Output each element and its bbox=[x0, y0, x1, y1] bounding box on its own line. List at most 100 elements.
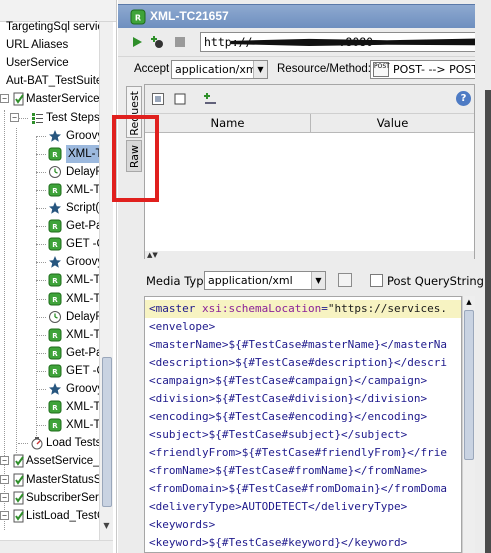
project-navigator: TargetingSql servic URL Aliases UserServic… bbox=[0, 0, 117, 553]
tree-item-label: URL Aliases bbox=[6, 39, 69, 51]
svg-text:R: R bbox=[52, 350, 58, 358]
collapse-toggle-icon[interactable]: − bbox=[0, 475, 9, 484]
rest-request-icon: R bbox=[48, 400, 62, 414]
tree-item-label: DelayF bbox=[66, 311, 103, 323]
request-properties-bar: Accept application/xml ▼ Resource/Method… bbox=[118, 56, 491, 82]
svg-text:R: R bbox=[52, 187, 58, 195]
clear-params-icon[interactable] bbox=[173, 92, 187, 106]
test-suite-icon bbox=[12, 454, 26, 468]
test-suite-icon bbox=[12, 491, 26, 505]
svg-text:R: R bbox=[52, 332, 58, 340]
xml-line: <keywords> bbox=[149, 518, 216, 531]
navigator-horizontal-scrollbar[interactable] bbox=[0, 540, 113, 553]
tree-item-label: Groovy bbox=[66, 256, 104, 268]
editor-scroll-thumb[interactable] bbox=[464, 310, 474, 460]
chevron-down-icon[interactable]: ▼ bbox=[253, 61, 267, 78]
rest-request-icon: R bbox=[48, 364, 62, 378]
window-title: XML-TC21657 bbox=[150, 9, 229, 23]
scroll-down-arrow-icon[interactable]: ▼ bbox=[100, 520, 113, 532]
params-toolbar: ? bbox=[145, 85, 474, 114]
collapse-toggle-icon[interactable]: − bbox=[0, 511, 9, 520]
rest-request-icon: R bbox=[48, 219, 62, 233]
rest-request-icon: R bbox=[130, 9, 146, 28]
svg-text:R: R bbox=[52, 223, 58, 231]
svg-text:R: R bbox=[52, 277, 58, 285]
xml-line: <division>${#TestCase#division}</divisio… bbox=[149, 392, 428, 405]
groovy-script-icon bbox=[48, 382, 62, 396]
collapse-toggle-icon[interactable]: − bbox=[0, 94, 9, 103]
xml-line: <friendlyFrom>${#TestCase#friendlyFrom}<… bbox=[149, 446, 448, 459]
editor-scrollbar[interactable]: ▲ bbox=[462, 296, 475, 553]
svg-text:R: R bbox=[52, 404, 58, 412]
accept-label: Accept bbox=[134, 63, 170, 75]
scroll-up-arrow-icon[interactable]: ▲ bbox=[464, 297, 474, 307]
tree-item-label: UserService bbox=[6, 57, 69, 69]
xml-equals: = bbox=[321, 302, 328, 315]
xml-line: <fromDomain>${#TestCase#fromDomain}</fro… bbox=[149, 482, 448, 495]
rest-request-icon: R bbox=[48, 292, 62, 306]
svg-text:R: R bbox=[52, 422, 58, 430]
xml-line: <deliveryType>AUTODETECT</deliveryType> bbox=[149, 500, 408, 513]
screen-edge bbox=[485, 90, 491, 553]
help-icon[interactable]: ? bbox=[456, 91, 471, 106]
media-type-select[interactable]: application/xml ▼ bbox=[204, 271, 326, 290]
collapse-toggle-icon[interactable]: − bbox=[0, 493, 9, 502]
svg-text:R: R bbox=[135, 14, 141, 23]
request-params-panel: ? Name Value ▲▼ bbox=[144, 84, 475, 259]
rest-request-icon: R bbox=[48, 147, 62, 161]
tree-item-label: Groovy bbox=[66, 383, 104, 395]
configure-params-icon[interactable] bbox=[151, 92, 165, 106]
recreate-request-icon[interactable] bbox=[338, 273, 352, 287]
rest-request-icon: R bbox=[48, 273, 62, 287]
window-titlebar[interactable]: R XML-TC21657 bbox=[118, 4, 491, 28]
post-querystring-label: Post QueryString bbox=[387, 274, 484, 288]
delay-icon bbox=[48, 165, 62, 179]
params-table-header: Name Value bbox=[145, 114, 474, 133]
navigator-scroll-thumb[interactable] bbox=[102, 357, 112, 507]
rest-request-icon: R bbox=[48, 237, 62, 251]
resource-method-label: Resource/Method: bbox=[277, 63, 371, 75]
accept-select[interactable]: application/xml ▼ bbox=[171, 60, 268, 79]
tree-item-label: Script( bbox=[66, 202, 100, 214]
test-suite-icon bbox=[12, 509, 26, 523]
tree-item-label: Get-Pa bbox=[66, 347, 103, 359]
xml-line: <subject>${#TestCase#subject}</subject> bbox=[149, 428, 408, 441]
xml-line: <encoding>${#TestCase#encoding}</encodin… bbox=[149, 410, 428, 423]
navigator-scrollbar[interactable] bbox=[99, 22, 113, 553]
groovy-script-icon bbox=[48, 201, 62, 215]
svg-text:R: R bbox=[52, 368, 58, 376]
tree-item-label: Get-Pa bbox=[66, 220, 103, 232]
endpoint-url-field[interactable]: http://:8080 bbox=[200, 32, 491, 52]
xml-line: <envelope> bbox=[149, 320, 216, 333]
column-header-name[interactable]: Name bbox=[145, 114, 311, 132]
resource-method-field[interactable]: POST POST- --> POST Meth bbox=[370, 60, 491, 79]
move-param-icon[interactable] bbox=[203, 92, 217, 106]
xml-attribute: xsi:schemaLocation bbox=[201, 302, 322, 315]
highlight-annotation-box bbox=[112, 115, 159, 202]
media-type-label: Media Type bbox=[146, 274, 211, 288]
chevron-down-icon[interactable]: ▼ bbox=[311, 272, 325, 289]
xml-line: <description>${#TestCase#description}</d… bbox=[149, 356, 448, 369]
groovy-script-icon bbox=[48, 255, 62, 269]
column-header-value[interactable]: Value bbox=[311, 114, 474, 132]
test-suite-icon bbox=[12, 92, 26, 106]
rest-request-icon: R bbox=[48, 346, 62, 360]
svg-text:R: R bbox=[52, 241, 58, 249]
request-toolbar: http://:8080 bbox=[118, 28, 491, 56]
tree-item-label: MasterService_ bbox=[26, 93, 106, 105]
tree-item-label: Aut-BAT_TestSuite bbox=[6, 75, 103, 87]
request-body-editor[interactable]: <master xsi:schemaLocation="https://serv… bbox=[144, 296, 462, 553]
add-assertion-icon[interactable] bbox=[151, 35, 165, 49]
test-suite-icon bbox=[12, 473, 26, 487]
play-icon[interactable] bbox=[130, 35, 144, 49]
xml-line: <campaign>${#TestCase#campaign}</campaig… bbox=[149, 374, 428, 387]
rest-request-icon: R bbox=[48, 328, 62, 342]
tree-item-label: DelayF bbox=[66, 166, 103, 178]
stop-icon[interactable] bbox=[173, 35, 187, 49]
panel-splitter[interactable]: ▲▼ bbox=[145, 251, 474, 259]
svg-text:R: R bbox=[52, 151, 58, 159]
xml-line: <master xsi:schemaLocation="https://serv… bbox=[145, 300, 461, 318]
xml-tag: <master bbox=[149, 302, 202, 315]
collapse-toggle-icon[interactable]: − bbox=[0, 456, 9, 465]
post-querystring-checkbox[interactable] bbox=[370, 274, 383, 287]
